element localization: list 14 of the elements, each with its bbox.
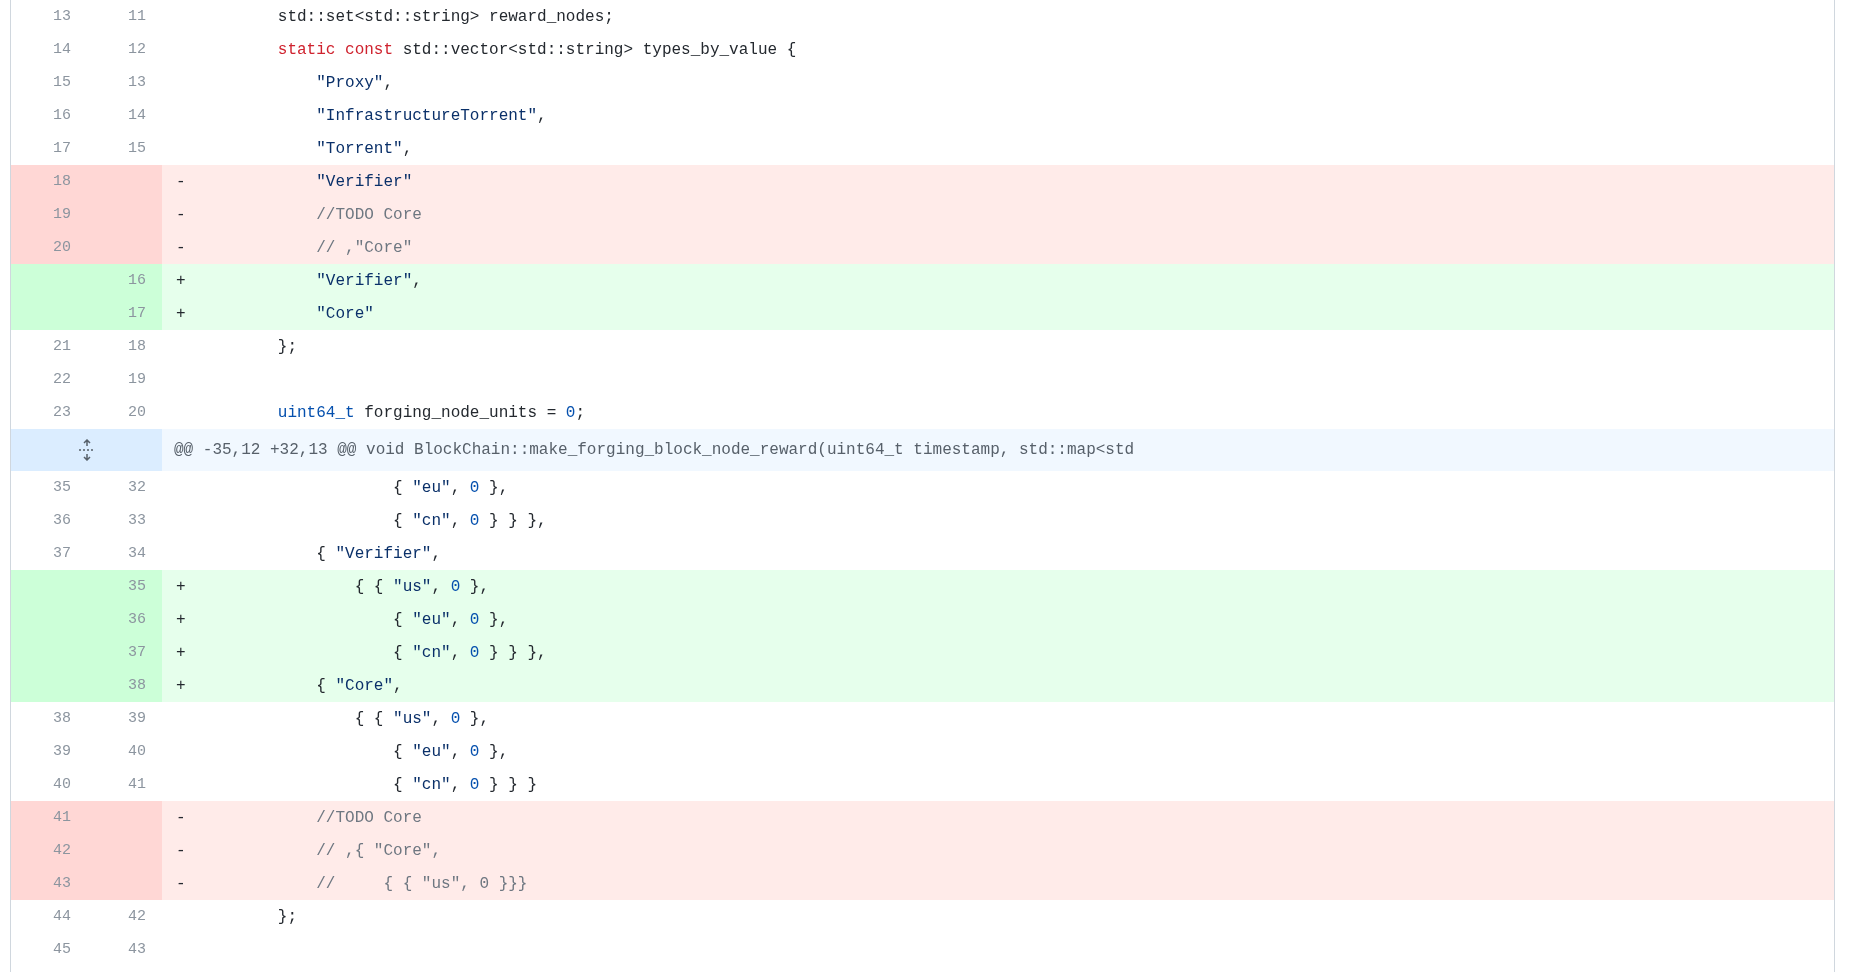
line-number-cell: 41 bbox=[11, 801, 87, 834]
unfold-icon bbox=[77, 439, 96, 461]
line-number-cell: 19 bbox=[11, 198, 87, 231]
line-number-cell: 38 bbox=[87, 669, 162, 702]
line-number-cell: 16 bbox=[87, 264, 162, 297]
line-number-cell: 37 bbox=[87, 636, 162, 669]
line-number-cell: 17 bbox=[87, 297, 162, 330]
line-number-cell: 43 bbox=[11, 867, 87, 900]
line-number-cell: 18 bbox=[11, 165, 87, 198]
hunk-header: @@ -35,12 +32,13 @@ void BlockChain::make_forging_block_node_reward(uint64_t timestamp, std::map<std bbox=[162, 429, 1834, 471]
line-number-cell: 35 bbox=[87, 570, 162, 603]
line-number-cell: 42 bbox=[11, 834, 87, 867]
line-number-cell: 36 bbox=[87, 603, 162, 636]
line-number-cell: 20 bbox=[11, 231, 87, 264]
